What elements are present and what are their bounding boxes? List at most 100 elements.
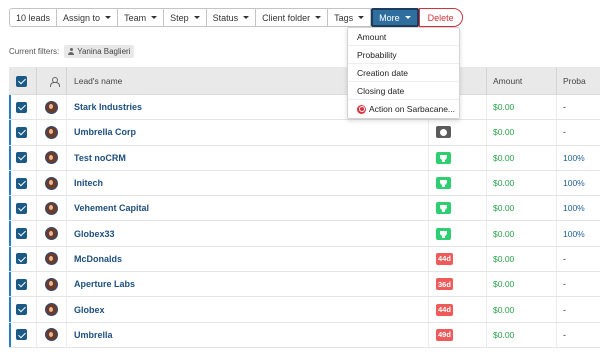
menu-item-amount[interactable]: Amount xyxy=(348,28,459,46)
owner-cell xyxy=(45,297,58,321)
tags-label: Tags xyxy=(334,12,354,23)
leads-count-button[interactable]: 10 leads xyxy=(9,8,58,27)
lead-name-link[interactable]: Stark Industries xyxy=(74,102,142,112)
lead-name-cell: Aperture Labs xyxy=(74,272,135,296)
caret-down-icon xyxy=(358,16,365,19)
smiley-icon xyxy=(440,128,447,136)
amount-value: $0.00 xyxy=(493,127,515,138)
amount-value: $0.00 xyxy=(493,228,515,239)
avatar xyxy=(45,252,58,266)
table-row[interactable]: Globex33 $0.00 100% xyxy=(9,221,600,247)
menu-item-label: Action on Sarbacane... xyxy=(369,104,456,114)
lead-name-cell: Umbrella xyxy=(74,323,113,347)
client-folder-label: Client folder xyxy=(262,12,311,23)
proba-cell: - xyxy=(563,120,566,144)
menu-item-sarbacane-action[interactable]: Action on Sarbacane... xyxy=(348,100,459,118)
menu-item-creation-date[interactable]: Creation date xyxy=(348,64,459,82)
row-checkbox[interactable] xyxy=(16,101,27,113)
amount-cell: $0.00 xyxy=(493,247,514,271)
table-body: Stark Industries $0.00 - Umbrella Corp $… xyxy=(9,95,600,348)
badge-cell: 44d xyxy=(436,247,453,271)
amount-value: $0.00 xyxy=(493,102,515,113)
proba-cell: 100% xyxy=(563,146,585,170)
proba-value: - xyxy=(563,279,566,290)
menu-item-probability[interactable]: Probability xyxy=(348,46,459,64)
lead-name-link[interactable]: Umbrella Corp xyxy=(74,127,136,137)
delete-button[interactable]: Delete xyxy=(418,8,463,27)
avatar xyxy=(45,176,58,190)
proba-header[interactable]: Proba xyxy=(563,67,586,95)
tags-button[interactable]: Tags xyxy=(327,8,372,27)
menu-item-closing-date[interactable]: Closing date xyxy=(348,82,459,100)
table-row[interactable]: Globex 44d $0.00 - xyxy=(9,297,600,323)
table-row[interactable]: Aperture Labs 36d $0.00 - xyxy=(9,272,600,298)
owner-cell xyxy=(45,95,58,119)
owner-header xyxy=(50,67,60,95)
lead-name-link[interactable]: Vehement Capital xyxy=(74,203,149,213)
status-button[interactable]: Status xyxy=(205,8,257,27)
table-row[interactable]: McDonalds 44d $0.00 - xyxy=(9,246,600,273)
row-checkbox[interactable] xyxy=(16,304,27,316)
row-checkbox[interactable] xyxy=(16,329,27,341)
filter-chip[interactable]: Yanina Baglieri xyxy=(64,45,135,58)
lead-name-link[interactable]: Globex xyxy=(74,305,105,315)
delete-label: Delete xyxy=(427,12,454,23)
client-folder-button[interactable]: Client folder xyxy=(255,8,329,27)
more-button[interactable]: More xyxy=(371,8,419,27)
avatar xyxy=(45,201,58,215)
row-checkbox[interactable] xyxy=(16,202,27,214)
table-row[interactable]: Umbrella 49d $0.00 - xyxy=(9,322,600,348)
caret-down-icon xyxy=(404,16,411,19)
proba-value: 100% xyxy=(563,203,585,214)
leads-table: Lead's name Amount Proba Stark Industrie… xyxy=(9,67,600,348)
trophy-icon xyxy=(440,205,447,213)
table-row[interactable]: Stark Industries $0.00 - xyxy=(9,95,600,121)
lead-name-link[interactable]: Initech xyxy=(74,178,103,188)
table-row[interactable]: Vehement Capital $0.00 100% xyxy=(9,196,600,222)
select-all-checkbox[interactable] xyxy=(16,75,27,87)
row-checkbox-cell xyxy=(16,247,27,271)
menu-item-label: Probability xyxy=(357,49,397,60)
owner-cell xyxy=(45,196,58,220)
lead-name-link[interactable]: Test noCRM xyxy=(74,153,126,163)
badge-cell xyxy=(436,196,451,220)
table-row[interactable]: Umbrella Corp $0.00 - xyxy=(9,120,600,146)
row-checkbox[interactable] xyxy=(16,126,27,138)
caret-down-icon xyxy=(243,16,250,19)
table-row[interactable]: Initech $0.00 100% xyxy=(9,170,600,197)
row-checkbox[interactable] xyxy=(16,177,27,189)
lead-name-header[interactable]: Lead's name xyxy=(74,67,122,95)
avatar xyxy=(45,151,58,165)
badge-cell xyxy=(436,120,451,144)
assign-to-button[interactable]: Assign to xyxy=(56,8,119,27)
step-button[interactable]: Step xyxy=(163,8,207,27)
row-checkbox-cell xyxy=(16,146,27,170)
amount-cell: $0.00 xyxy=(493,196,514,220)
row-checkbox[interactable] xyxy=(16,152,27,164)
proba-value: - xyxy=(563,102,566,113)
amount-cell: $0.00 xyxy=(493,221,514,245)
row-checkbox[interactable] xyxy=(16,278,27,290)
trophy-icon xyxy=(440,154,447,162)
person-icon xyxy=(50,76,60,87)
row-checkbox-cell xyxy=(16,171,27,195)
lead-name-link[interactable]: Globex33 xyxy=(74,229,115,239)
select-all-cell xyxy=(16,67,27,95)
table-row[interactable]: Test noCRM $0.00 100% xyxy=(9,145,600,171)
won-trophy-badge xyxy=(436,177,451,190)
lead-name-link[interactable]: Aperture Labs xyxy=(74,279,135,289)
amount-header[interactable]: Amount xyxy=(493,67,522,95)
avatar xyxy=(45,100,58,114)
row-checkbox[interactable] xyxy=(16,253,27,265)
won-trophy-badge xyxy=(436,227,451,240)
lead-name-cell: Globex xyxy=(74,297,105,321)
row-checkbox[interactable] xyxy=(16,228,27,240)
amount-value: $0.00 xyxy=(493,152,515,163)
amount-value: $0.00 xyxy=(493,253,515,264)
more-dropdown-menu: Amount Probability Creation date Closing… xyxy=(347,27,460,119)
lead-name-link[interactable]: McDonalds xyxy=(74,254,122,264)
overdue-badge: 49d xyxy=(436,328,453,341)
won-trophy-badge xyxy=(436,151,451,164)
lead-name-link[interactable]: Umbrella xyxy=(74,330,113,340)
team-button[interactable]: Team xyxy=(117,8,165,27)
